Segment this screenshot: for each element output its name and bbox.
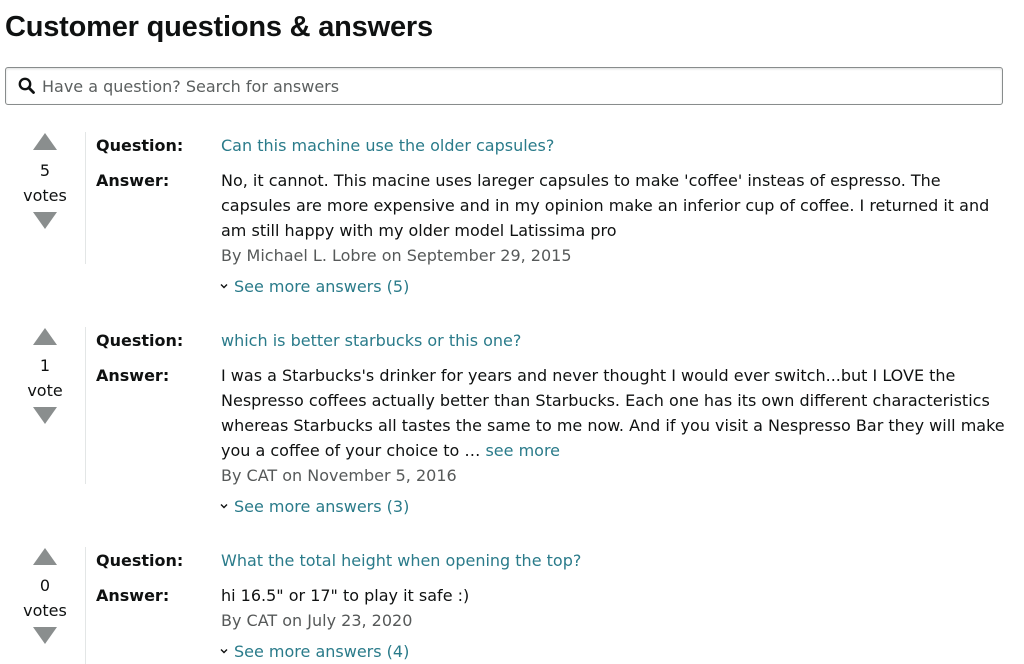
vote-label: votes — [23, 186, 67, 205]
see-more-answers-link[interactable]: See more answers (3) — [219, 493, 409, 519]
answer-see-more-link[interactable]: see more — [485, 441, 560, 460]
answer-text: I was a Starbucks's drinker for years an… — [221, 363, 1006, 463]
downvote-arrow-icon[interactable] — [32, 406, 58, 425]
chevron-down-icon — [219, 493, 229, 509]
question-link[interactable]: Can this machine use the older capsules? — [221, 133, 554, 158]
answer-byline: By CAT on July 23, 2020 — [221, 611, 413, 630]
vote-count: 1 — [39, 356, 51, 375]
search-icon — [17, 76, 37, 96]
vote-divider — [85, 327, 86, 484]
answer-body: No, it cannot. This macine uses lareger … — [221, 171, 990, 240]
question-label: Question: — [96, 331, 184, 350]
answer-label: Answer: — [96, 366, 170, 385]
answer-text: hi 16.5" or 17" to play it safe :) — [221, 583, 1006, 608]
answer-byline: By CAT on November 5, 2016 — [221, 466, 457, 485]
answer-text: No, it cannot. This macine uses lareger … — [221, 168, 1006, 243]
chevron-down-icon — [219, 273, 229, 289]
vote-label: vote — [27, 381, 63, 400]
vote-widget: 1 vote — [19, 327, 71, 425]
answer-label: Answer: — [96, 171, 170, 190]
answer-body: I was a Starbucks's drinker for years an… — [221, 366, 1005, 460]
question-link[interactable]: which is better starbucks or this one? — [221, 328, 521, 353]
vote-count: 5 — [39, 161, 51, 180]
page-title: Customer questions & answers — [5, 11, 433, 43]
search-input[interactable] — [42, 72, 982, 100]
question-label: Question: — [96, 551, 184, 570]
vote-divider — [85, 132, 86, 264]
downvote-arrow-icon[interactable] — [32, 211, 58, 230]
vote-label: votes — [23, 601, 67, 620]
vote-count: 0 — [39, 576, 51, 595]
see-more-answers-label: See more answers (4) — [234, 642, 410, 661]
see-more-answers-link[interactable]: See more answers (5) — [219, 273, 409, 299]
vote-widget: 0 votes — [19, 547, 71, 645]
see-more-answers-label: See more answers (5) — [234, 277, 410, 296]
vote-widget: 5 votes — [19, 132, 71, 230]
search-box[interactable] — [5, 67, 1003, 105]
chevron-down-icon — [219, 638, 229, 654]
question-link[interactable]: What the total height when opening the t… — [221, 548, 581, 573]
answer-label: Answer: — [96, 586, 170, 605]
see-more-answers-label: See more answers (3) — [234, 497, 410, 516]
downvote-arrow-icon[interactable] — [32, 626, 58, 645]
see-more-answers-link[interactable]: See more answers (4) — [219, 638, 409, 664]
upvote-arrow-icon[interactable] — [32, 547, 58, 566]
answer-byline: By Michael L. Lobre on September 29, 201… — [221, 246, 572, 265]
question-label: Question: — [96, 136, 184, 155]
vote-divider — [85, 547, 86, 664]
upvote-arrow-icon[interactable] — [32, 132, 58, 151]
answer-body: hi 16.5" or 17" to play it safe :) — [221, 586, 470, 605]
upvote-arrow-icon[interactable] — [32, 327, 58, 346]
